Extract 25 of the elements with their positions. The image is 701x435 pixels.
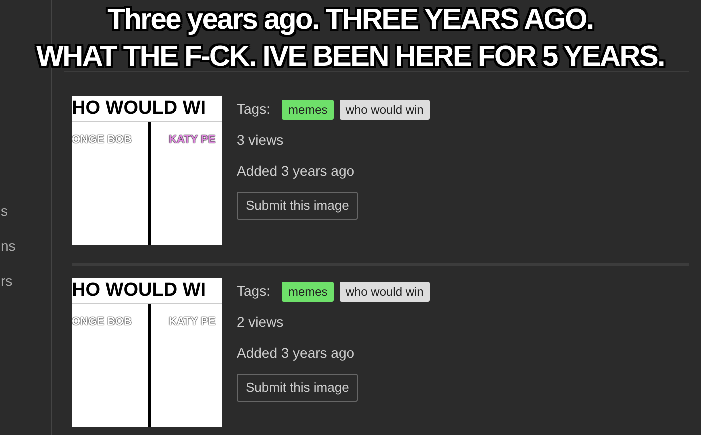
panel-label: ONGE BOB xyxy=(72,134,132,146)
added-date: Added 3 years ago xyxy=(237,162,356,181)
caption-text: Three years ago. THREE YEARS AGO. xyxy=(108,3,594,38)
sidebar-item[interactable]: s xyxy=(1,202,8,220)
view-count: 3 views xyxy=(237,131,285,150)
sidebar-item[interactable]: rs xyxy=(1,272,13,290)
sidebar-item[interactable]: ns xyxy=(1,237,16,255)
tag[interactable]: memes xyxy=(282,282,334,302)
meme-thumbnail[interactable]: HO WOULD WI ONGE BOB KATY PE xyxy=(72,278,222,427)
submit-button[interactable]: Submit this image xyxy=(237,374,358,402)
panel-label: KATY PE xyxy=(169,134,216,146)
tag[interactable]: who would win xyxy=(340,282,430,302)
tags-label: Tags: xyxy=(237,100,270,119)
panel-label: ONGE BOB xyxy=(72,316,132,328)
caption-text: WHAT THE F-CK. IVE BEEN HERE FOR 5 YEARS. xyxy=(36,40,665,75)
added-date: Added 3 years ago xyxy=(237,344,356,363)
submit-button[interactable]: Submit this image xyxy=(237,192,358,220)
panel-label: KATY PE xyxy=(169,316,216,328)
view-count: 2 views xyxy=(237,313,285,332)
thumbnail-title: HO WOULD WI xyxy=(72,278,222,304)
thumbnail-title: HO WOULD WI xyxy=(72,96,222,122)
tag[interactable]: who would win xyxy=(340,100,430,120)
meme-thumbnail[interactable]: HO WOULD WI ONGE BOB KATY PE xyxy=(72,96,222,245)
tag[interactable]: memes xyxy=(282,100,334,120)
tags-label: Tags: xyxy=(237,282,270,301)
